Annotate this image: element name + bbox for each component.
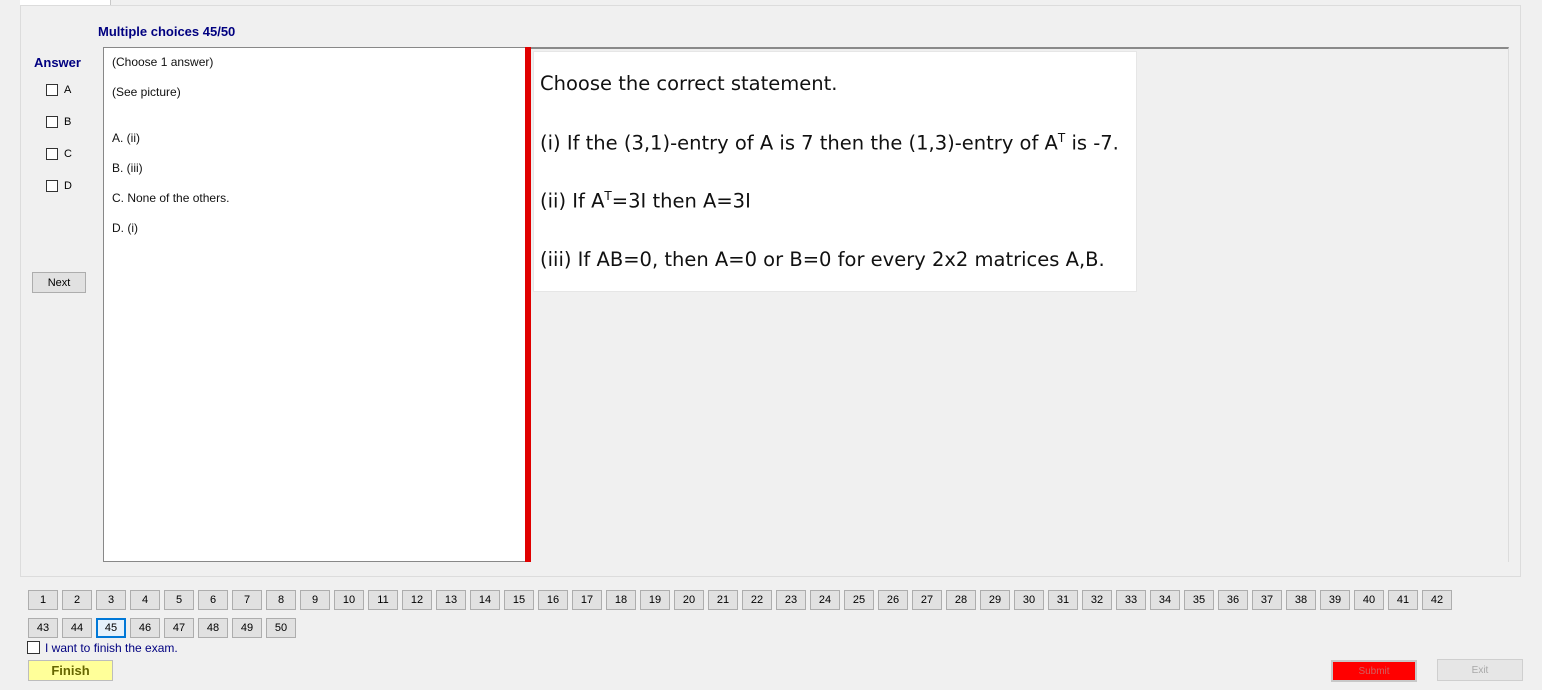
finish-button[interactable]: Finish [28, 660, 113, 681]
question-nav-button-30[interactable]: 30 [1014, 590, 1044, 610]
question-nav-button-21[interactable]: 21 [708, 590, 738, 610]
option-d-label: D [64, 180, 72, 192]
question-nav-button-24[interactable]: 24 [810, 590, 840, 610]
statement-ii-text: (ii) If A [540, 189, 605, 213]
statement-i-end: is -7. [1065, 131, 1119, 155]
question-nav-button-7[interactable]: 7 [232, 590, 262, 610]
question-nav-button-28[interactable]: 28 [946, 590, 976, 610]
question-nav-button-31[interactable]: 31 [1048, 590, 1078, 610]
question-nav-button-10[interactable]: 10 [334, 590, 364, 610]
question-nav-button-49[interactable]: 49 [232, 618, 262, 638]
answer-option-b[interactable]: B [46, 114, 71, 130]
transpose-sup: T [604, 189, 612, 203]
choice-b-text: B. (iii) [112, 161, 143, 175]
question-nav-button-25[interactable]: 25 [844, 590, 874, 610]
question-nav-button-19[interactable]: 19 [640, 590, 670, 610]
question-nav-button-1[interactable]: 1 [28, 590, 58, 610]
question-nav-button-37[interactable]: 37 [1252, 590, 1282, 610]
question-nav-button-15[interactable]: 15 [504, 590, 534, 610]
question-counter-title: Multiple choices 45/50 [98, 24, 236, 39]
question-nav-button-4[interactable]: 4 [130, 590, 160, 610]
question-nav-button-5[interactable]: 5 [164, 590, 194, 610]
question-nav-button-3[interactable]: 3 [96, 590, 126, 610]
choose-instruction: (Choose 1 answer) [112, 55, 214, 69]
question-nav-button-43[interactable]: 43 [28, 618, 58, 638]
question-picture: Choose the correct statement. (i) If the… [533, 51, 1137, 292]
question-nav-button-46[interactable]: 46 [130, 618, 160, 638]
question-nav-button-13[interactable]: 13 [436, 590, 466, 610]
answer-text-box[interactable]: (Choose 1 answer) (See picture) A. (ii) … [103, 47, 525, 562]
exit-button[interactable]: Exit [1437, 659, 1523, 681]
option-b-label: B [64, 116, 72, 128]
question-nav-button-33[interactable]: 33 [1116, 590, 1146, 610]
choice-d-text: D. (i) [112, 221, 138, 235]
question-nav-button-2[interactable]: 2 [62, 590, 92, 610]
question-nav-button-18[interactable]: 18 [606, 590, 636, 610]
question-nav-button-12[interactable]: 12 [402, 590, 432, 610]
checkbox-a[interactable] [46, 84, 58, 96]
choice-a-text: A. (ii) [112, 131, 140, 145]
statement-iii: (iii) If AB=0, then A=0 or B=0 for every… [540, 248, 1105, 271]
question-nav-button-26[interactable]: 26 [878, 590, 908, 610]
question-nav-button-48[interactable]: 48 [198, 618, 228, 638]
statement-i: (i) If the (3,1)-entry of A is 7 then th… [540, 131, 1119, 155]
submit-button[interactable]: Submit [1331, 660, 1417, 682]
question-nav-button-11[interactable]: 11 [368, 590, 398, 610]
question-nav-button-16[interactable]: 16 [538, 590, 568, 610]
option-a-label: A [64, 84, 72, 96]
answer-option-a[interactable]: A [46, 82, 71, 98]
statement-ii-end: =3I then A=3I [611, 189, 751, 213]
question-nav-button-17[interactable]: 17 [572, 590, 602, 610]
question-nav-button-36[interactable]: 36 [1218, 590, 1248, 610]
checkbox-d[interactable] [46, 180, 58, 192]
see-picture-note: (See picture) [112, 85, 181, 99]
question-nav-button-40[interactable]: 40 [1354, 590, 1384, 610]
checkbox-c[interactable] [46, 148, 58, 160]
question-nav-button-41[interactable]: 41 [1388, 590, 1418, 610]
answer-option-c[interactable]: C [46, 146, 72, 162]
finish-exam-checkbox[interactable] [27, 641, 40, 654]
question-nav-button-34[interactable]: 34 [1150, 590, 1180, 610]
question-nav-button-44[interactable]: 44 [62, 618, 92, 638]
question-nav-button-38[interactable]: 38 [1286, 590, 1316, 610]
question-nav-button-8[interactable]: 8 [266, 590, 296, 610]
question-nav-button-42[interactable]: 42 [1422, 590, 1452, 610]
question-nav-button-9[interactable]: 9 [300, 590, 330, 610]
question-nav-button-22[interactable]: 22 [742, 590, 772, 610]
question-nav-button-45[interactable]: 45 [96, 618, 126, 638]
question-prompt: Choose the correct statement. [540, 72, 838, 95]
answer-option-d[interactable]: D [46, 178, 72, 194]
question-nav-button-39[interactable]: 39 [1320, 590, 1350, 610]
question-nav-button-50[interactable]: 50 [266, 618, 296, 638]
statement-ii: (ii) If AT=3I then A=3I [540, 189, 751, 213]
question-picture-area: Choose the correct statement. (i) If the… [531, 47, 1509, 562]
next-button[interactable]: Next [32, 272, 86, 293]
question-nav-button-20[interactable]: 20 [674, 590, 704, 610]
question-nav-button-47[interactable]: 47 [164, 618, 194, 638]
statement-i-text: (i) If the (3,1)-entry of A is 7 then th… [540, 131, 1058, 155]
question-nav-button-6[interactable]: 6 [198, 590, 228, 610]
question-nav-button-23[interactable]: 23 [776, 590, 806, 610]
answer-label: Answer [34, 55, 81, 70]
option-c-label: C [64, 148, 72, 160]
question-nav-button-32[interactable]: 32 [1082, 590, 1112, 610]
checkbox-b[interactable] [46, 116, 58, 128]
choice-c-text: C. None of the others. [112, 191, 230, 205]
question-nav-button-35[interactable]: 35 [1184, 590, 1214, 610]
question-nav-button-27[interactable]: 27 [912, 590, 942, 610]
finish-exam-label: I want to finish the exam. [45, 640, 178, 655]
finish-exam-checkbox-row[interactable]: I want to finish the exam. [27, 640, 178, 655]
question-nav-button-29[interactable]: 29 [980, 590, 1010, 610]
question-nav-button-14[interactable]: 14 [470, 590, 500, 610]
